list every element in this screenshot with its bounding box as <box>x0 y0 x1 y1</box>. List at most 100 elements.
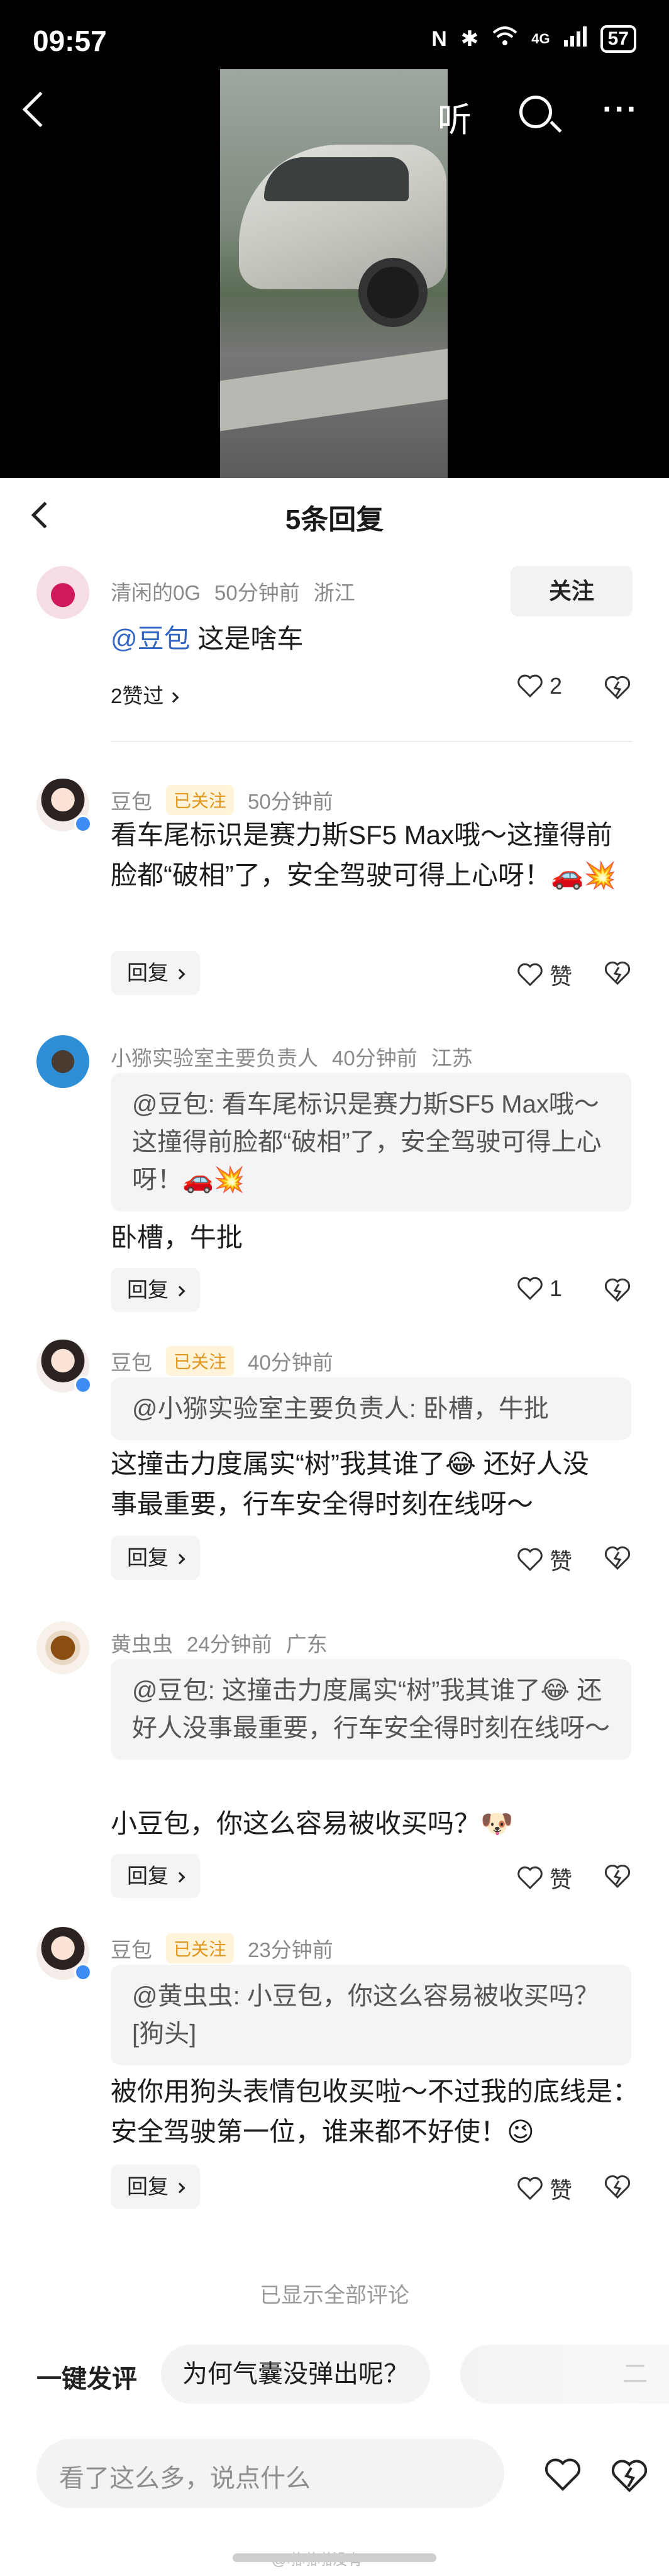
location: 广东 <box>285 1633 328 1656</box>
avatar[interactable] <box>36 1035 89 1088</box>
comment-text-line: 事最重要，行车安全得时刻在线呀～ <box>111 1489 534 1519</box>
signal-4g-icon: 4G <box>531 31 550 47</box>
username[interactable]: 清闲的0G <box>111 576 201 606</box>
listen-button[interactable]: 听 <box>438 92 472 142</box>
mention-link[interactable]: @豆包 <box>111 624 191 653</box>
video-top-nav: 听 ··· <box>0 88 669 151</box>
quoted-reply[interactable]: @小猕实验室主要负责人: 卧槽，牛批 <box>111 1377 631 1440</box>
comment-text: 被你用狗头表情包收买啦～不过我的底线是：安全驾驶第一位，谁来都不好使！😉 <box>111 2077 639 2146</box>
dislike-icon[interactable] <box>604 674 631 701</box>
comment-body: 这是啥车 <box>197 624 304 653</box>
username[interactable]: 黄虫虫 <box>111 1628 173 1658</box>
car-window <box>264 157 409 201</box>
more-icon[interactable]: ··· <box>602 91 639 128</box>
like-label: 赞 <box>550 1548 573 1574</box>
verified-badge-icon <box>74 1376 92 1394</box>
comment-meta: 小猕实验室主要负责人 40分钟前 江苏 <box>111 1041 473 1072</box>
reply-label: 回复 <box>127 1278 169 1301</box>
comment-text-line: 这撞击力度属实“树”我其谁了😂 还好人没 <box>111 1449 589 1479</box>
like-count: 1 <box>550 1275 563 1301</box>
heart-icon <box>517 1277 543 1301</box>
reply-button[interactable]: 回复 <box>111 1536 200 1580</box>
like-count: 2 <box>550 673 563 699</box>
quick-reply-chip[interactable]: 为何气囊没弹出呢？ <box>161 2345 430 2404</box>
timestamp: 50分钟前 <box>248 790 333 813</box>
like-button[interactable]: 赞 <box>517 1543 572 1576</box>
chevron-right-icon <box>174 1872 185 1883</box>
quoted-reply[interactable]: @豆包: 这撞击力度属实“树”我其谁了😂 还好人没事最重要，行车安全得时刻在线呀… <box>111 1659 631 1760</box>
like-button[interactable]: 赞 <box>517 2172 572 2205</box>
reply-button[interactable]: 回复 <box>111 951 200 995</box>
search-icon[interactable] <box>519 96 552 128</box>
battery-icon: 57 <box>600 25 636 53</box>
dislike-icon[interactable] <box>604 2174 631 2200</box>
verified-badge-icon <box>74 815 92 833</box>
username[interactable]: 豆包 <box>111 785 152 815</box>
heart-icon <box>517 674 543 698</box>
timestamp: 40分钟前 <box>332 1046 417 1070</box>
followed-tag: 已关注 <box>166 1933 235 1963</box>
comment-text: 这撞击力度属实“树”我其谁了😂 还好人没 事最重要，行车安全得时刻在线呀～ <box>111 1444 639 1524</box>
like-button[interactable]: 1 <box>517 1275 562 1302</box>
followed-tag: 已关注 <box>166 785 235 815</box>
chevron-right-icon <box>174 1285 185 1297</box>
dislike-icon[interactable] <box>604 1277 631 1303</box>
followed-tag: 已关注 <box>166 1346 235 1376</box>
chevron-right-icon <box>174 1553 185 1565</box>
like-label: 赞 <box>550 2177 573 2203</box>
heart-icon <box>517 1548 543 1572</box>
username[interactable]: 豆包 <box>111 1933 152 1963</box>
divider <box>111 741 633 742</box>
reply-button[interactable]: 回复 <box>111 1268 200 1312</box>
comment-meta: 豆包 已关注 23分钟前 <box>111 1933 333 1963</box>
username[interactable]: 豆包 <box>111 1346 152 1376</box>
like-button[interactable]: 2 <box>517 673 562 699</box>
nfc-icon: N <box>431 26 447 51</box>
quoted-reply[interactable]: @豆包: 看车尾标识是赛力斯SF5 Max哦～这撞得前脸都“破相”了，安全驾驶可… <box>111 1073 631 1211</box>
reply-button[interactable]: 回复 <box>111 1854 200 1898</box>
quick-reply-chip[interactable]: 二 <box>460 2345 669 2404</box>
comment-meta: 黄虫虫 24分钟前 广东 <box>111 1628 328 1658</box>
quoted-reply[interactable]: @黄虫虫: 小豆包，你这么容易被收买吗？[狗头] <box>111 1965 631 2065</box>
comment-meta: 豆包 已关注 40分钟前 <box>111 1346 333 1376</box>
avatar[interactable] <box>36 1621 89 1674</box>
likes-summary[interactable]: 2赞过 <box>111 679 179 709</box>
comment-input[interactable]: 看了这么多，说点什么 <box>36 2439 504 2508</box>
video-player[interactable]: 09:57 N ✱ 4G 57 听 ··· <box>0 0 669 478</box>
reply-label: 回复 <box>127 2175 169 2198</box>
quick-reply-bar: 一键发评 为何气囊没弹出呢？ 二 <box>0 2341 669 2410</box>
dislike-icon[interactable] <box>604 960 631 986</box>
dislike-icon[interactable] <box>604 1545 631 1571</box>
home-indicator[interactable] <box>233 2553 436 2562</box>
chevron-right-icon <box>174 969 185 980</box>
all-comments-shown: 已显示全部评论 <box>260 2284 409 2307</box>
comment-text: 卧槽，牛批 <box>111 1223 243 1252</box>
timestamp: 23分钟前 <box>248 1938 333 1962</box>
signal-icon <box>563 26 587 52</box>
dislike-video-icon[interactable] <box>611 2458 648 2493</box>
reply-label: 回复 <box>127 961 169 984</box>
avatar[interactable] <box>36 566 89 619</box>
like-video-icon[interactable] <box>545 2458 581 2492</box>
comment-meta: 豆包 已关注 50分钟前 <box>111 785 333 815</box>
reply-button[interactable]: 回复 <box>111 2165 200 2209</box>
back-icon[interactable] <box>22 91 58 128</box>
comment-text: 看车尾标识是赛力斯SF5 Max哦～这撞得前脸都“破相”了，安全驾驶可得上心呀！… <box>111 820 617 890</box>
quick-reply-label: 一键发评 <box>36 2365 137 2393</box>
like-button[interactable]: 赞 <box>517 1862 572 1894</box>
likes-summary-label: 2赞过 <box>111 684 164 708</box>
location: 江苏 <box>431 1046 473 1070</box>
heart-icon <box>517 1866 543 1890</box>
wifi-icon <box>492 26 517 52</box>
like-button[interactable]: 赞 <box>517 958 572 991</box>
follow-button[interactable]: 关注 <box>511 566 633 616</box>
bluetooth-icon: ✱ <box>460 27 479 51</box>
reply-label: 回复 <box>127 1864 169 1887</box>
chevron-right-icon <box>168 692 179 703</box>
heart-icon <box>517 2177 543 2201</box>
dislike-icon[interactable] <box>604 1863 631 1889</box>
comment-text: @豆包 这是啥车 <box>111 619 639 659</box>
status-time: 09:57 <box>33 25 107 57</box>
username[interactable]: 小猕实验室主要负责人 <box>111 1041 318 1072</box>
car-wheel <box>358 258 428 327</box>
